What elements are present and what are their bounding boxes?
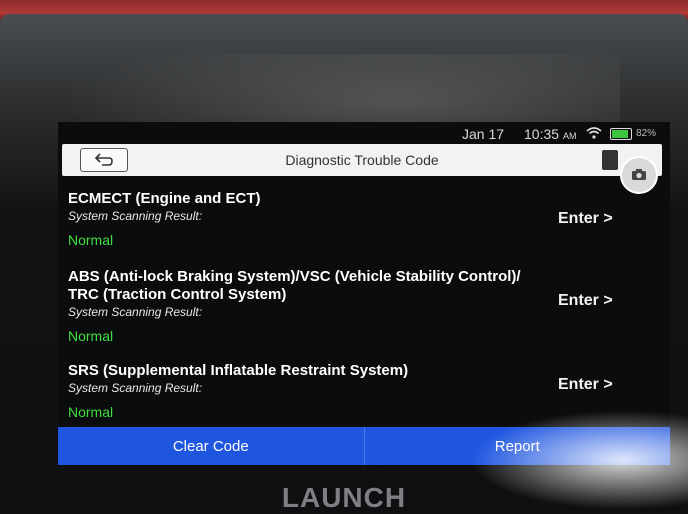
list-item: ABS (Anti-lock Braking System)/VSC (Vehi… <box>68 268 668 344</box>
clear-code-button[interactable]: Clear Code <box>58 427 365 465</box>
enter-button[interactable]: Enter > <box>558 376 613 394</box>
status-bar: Jan 17 10:35 AM 82% <box>58 122 670 144</box>
system-name: ABS (Anti-lock Braking System)/VSC (Vehi… <box>68 268 521 303</box>
screenshot-camera-button[interactable] <box>620 156 658 194</box>
enter-button[interactable]: Enter > <box>558 210 613 228</box>
camera-icon <box>632 169 646 180</box>
exit-icon[interactable] <box>602 150 618 170</box>
battery-percent: 82% <box>636 128 657 139</box>
list-item: SRS (Supplemental Inflatable Restraint S… <box>68 362 668 420</box>
system-name: ECMECT (Engine and ECT) <box>68 190 261 207</box>
scan-result: Normal <box>68 232 114 248</box>
list-item: ECMECT (Engine and ECT) System Scanning … <box>68 190 668 248</box>
title-bar: Diagnostic Trouble Code <box>62 144 662 176</box>
battery-icon <box>610 128 632 140</box>
page-title: Diagnostic Trouble Code <box>285 152 439 168</box>
scan-result: Normal <box>68 328 114 344</box>
system-name: SRS (Supplemental Inflatable Restraint S… <box>68 362 409 379</box>
enter-button[interactable]: Enter > <box>558 292 613 310</box>
wifi-icon <box>586 127 602 139</box>
status-time: 10:35 AM <box>524 126 577 142</box>
status-date: Jan 17 <box>462 126 505 142</box>
scan-result: Normal <box>68 404 114 420</box>
brand-logo: LAUNCH <box>281 482 407 513</box>
